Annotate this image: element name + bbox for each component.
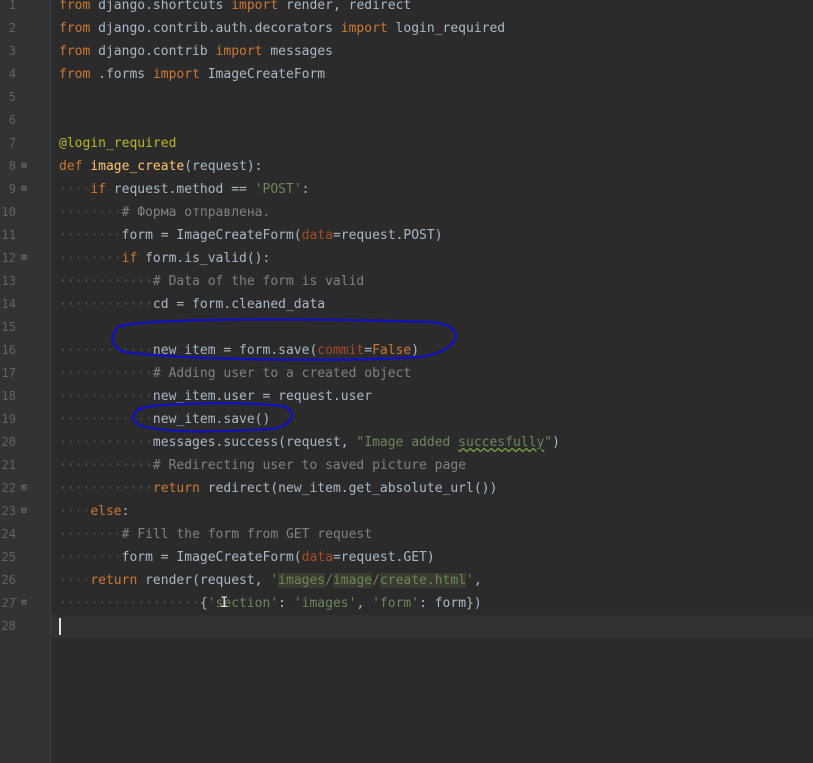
- annotation-ellipse-line-19: [132, 402, 293, 433]
- annotation-ellipse-line-16: [111, 318, 457, 361]
- hand-drawn-annotations: [111, 318, 457, 433]
